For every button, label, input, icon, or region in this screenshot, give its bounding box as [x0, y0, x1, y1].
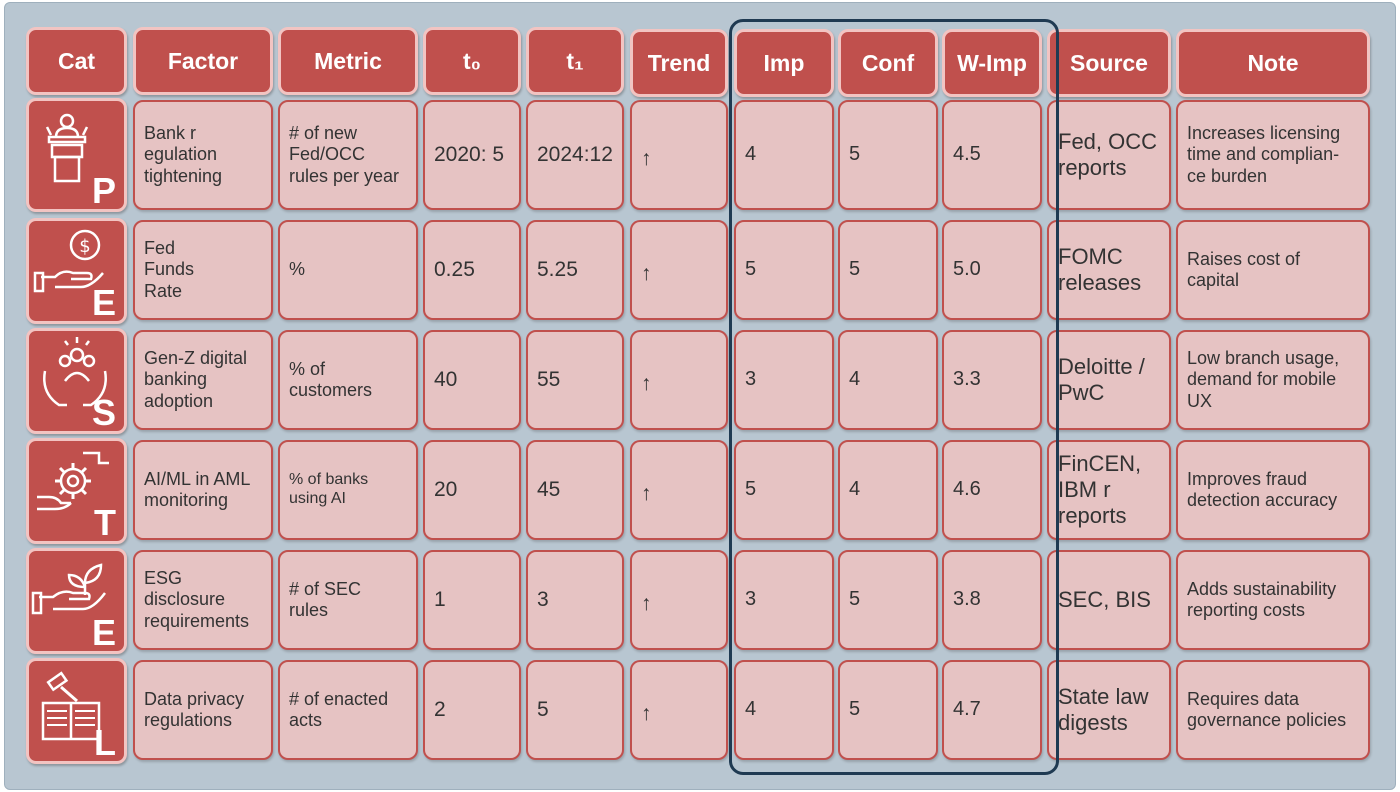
- trend-cell: ↑: [630, 550, 728, 650]
- imp-cell: 5: [734, 220, 834, 320]
- factor-cell: Gen-Z digital banking adoption: [133, 330, 273, 430]
- trend-cell: ↑: [630, 220, 728, 320]
- note-cell: Low branch usage, demand for mobile UX: [1176, 330, 1370, 430]
- svg-text:$: $: [79, 236, 90, 257]
- t0-cell: 2: [423, 660, 521, 760]
- t0-cell: 20: [423, 440, 521, 540]
- imp-cell: 4: [734, 660, 834, 760]
- category-badge: $ E: [26, 218, 127, 324]
- category-letter: S: [91, 392, 116, 433]
- t0-cell: 2020: 5: [423, 100, 521, 210]
- note-cell: Raises cost of capital: [1176, 220, 1370, 320]
- conf-cell: 5: [838, 220, 938, 320]
- trend-cell: ↑: [630, 660, 728, 760]
- trend-arrow-icon: ↑: [641, 371, 652, 395]
- metric-cell: # of new Fed/OCC rules per year: [278, 100, 418, 210]
- source-cell: State law digests: [1047, 660, 1171, 760]
- category-letter: E: [91, 612, 116, 653]
- t1-cell: 5.25: [526, 220, 624, 320]
- metric-cell: # of SEC rules: [278, 550, 418, 650]
- source-cell: Deloitte / PwC: [1047, 330, 1171, 430]
- metric-cell: % of customers: [278, 330, 418, 430]
- note-cell: Requires data governance policies: [1176, 660, 1370, 760]
- source-cell: FinCEN, IBM r reports: [1047, 440, 1171, 540]
- trend-arrow-icon: ↑: [641, 481, 652, 505]
- conf-cell: 4: [838, 330, 938, 430]
- factor-cell: Bank r egulation tightening: [133, 100, 273, 210]
- t1-cell: 55: [526, 330, 624, 430]
- imp-cell: 4: [734, 100, 834, 210]
- conf-cell: 5: [838, 100, 938, 210]
- wimp-cell: 3.8: [942, 550, 1042, 650]
- category-badge: S: [26, 328, 127, 434]
- category-badge: L: [26, 658, 127, 764]
- category-badge: P: [26, 98, 127, 212]
- imp-cell: 3: [734, 550, 834, 650]
- header-t1: t₁: [526, 27, 624, 95]
- factor-cell: AI/ML in AML monitoring: [133, 440, 273, 540]
- category-letter: E: [91, 282, 116, 323]
- wimp-cell: 4.6: [942, 440, 1042, 540]
- category-letter: P: [91, 170, 116, 211]
- category-badge: T: [26, 438, 127, 544]
- trend-arrow-icon: ↑: [641, 261, 652, 285]
- note-cell: Improves fraud detection accuracy: [1176, 440, 1370, 540]
- trend-arrow-icon: ↑: [641, 591, 652, 615]
- imp-cell: 5: [734, 440, 834, 540]
- trend-arrow-icon: ↑: [641, 701, 652, 725]
- header-metric: Metric: [278, 27, 418, 95]
- header-cat: Cat: [26, 27, 127, 95]
- conf-cell: 5: [838, 550, 938, 650]
- source-cell: FOMC releases: [1047, 220, 1171, 320]
- wimp-cell: 4.7: [942, 660, 1042, 760]
- metric-cell: %: [278, 220, 418, 320]
- pestel-board: Cat Factor Metric t₀ t₁ Trend Imp Conf W…: [4, 2, 1396, 790]
- wimp-cell: 3.3: [942, 330, 1042, 430]
- note-cell: Increases licensing time and complian- c…: [1176, 100, 1370, 210]
- t0-cell: 40: [423, 330, 521, 430]
- source-cell: Fed, OCC reports: [1047, 100, 1171, 210]
- category-letter: T: [94, 502, 116, 543]
- category-badge: E: [26, 548, 127, 654]
- conf-cell: 4: [838, 440, 938, 540]
- header-conf: Conf: [838, 29, 938, 97]
- header-factor: Factor: [133, 27, 273, 95]
- header-source: Source: [1047, 29, 1171, 97]
- wimp-cell: 4.5: [942, 100, 1042, 210]
- source-cell: SEC, BIS: [1047, 550, 1171, 650]
- category-letter: L: [94, 722, 116, 763]
- trend-cell: ↑: [630, 330, 728, 430]
- trend-cell: ↑: [630, 100, 728, 210]
- note-cell: Adds sustainability reporting costs: [1176, 550, 1370, 650]
- trend-arrow-icon: ↑: [641, 146, 652, 170]
- t0-cell: 1: [423, 550, 521, 650]
- header-imp: Imp: [734, 29, 834, 97]
- t1-cell: 45: [526, 440, 624, 540]
- t1-cell: 3: [526, 550, 624, 650]
- t1-cell: 2024:12: [526, 100, 624, 210]
- wimp-cell: 5.0: [942, 220, 1042, 320]
- conf-cell: 5: [838, 660, 938, 760]
- header-trend: Trend: [630, 29, 728, 97]
- factor-cell: Fed Funds Rate: [133, 220, 273, 320]
- trend-cell: ↑: [630, 440, 728, 540]
- header-note: Note: [1176, 29, 1370, 97]
- header-t0: t₀: [423, 27, 521, 95]
- t0-cell: 0.25: [423, 220, 521, 320]
- factor-cell: ESG disclosure requirements: [133, 550, 273, 650]
- imp-cell: 3: [734, 330, 834, 430]
- factor-cell: Data privacy regulations: [133, 660, 273, 760]
- metric-cell: % of banks using AI: [278, 440, 418, 540]
- metric-cell: # of enacted acts: [278, 660, 418, 760]
- header-wimp: W-Imp: [942, 29, 1042, 97]
- t1-cell: 5: [526, 660, 624, 760]
